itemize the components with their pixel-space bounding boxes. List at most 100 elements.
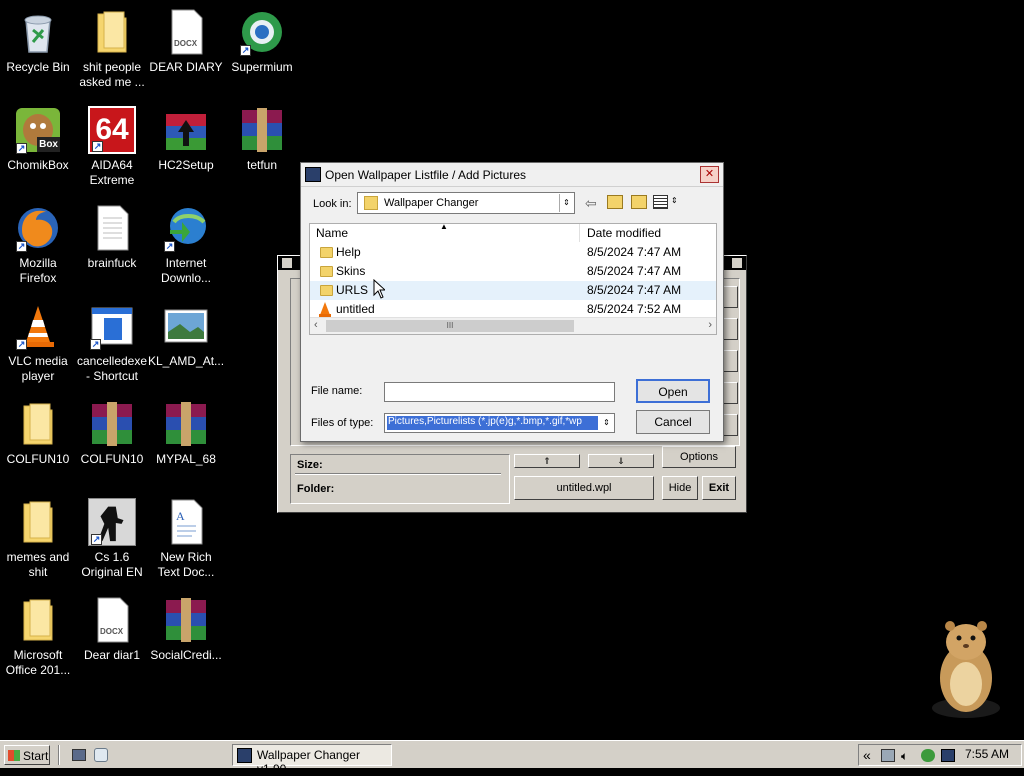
- hamster-mascot-image: [922, 612, 1008, 722]
- move-up-button[interactable]: ⇑: [514, 454, 580, 468]
- desktop-icon-colfun10-archive[interactable]: COLFUN10: [74, 400, 150, 467]
- recycle-bin-icon: [14, 8, 62, 56]
- folder-label: Folder:: [297, 483, 335, 495]
- exit-button-label: Exit: [708, 482, 730, 494]
- desktop-icon-label: Cs 1.6 Original EN: [81, 550, 143, 579]
- folder-icon: [88, 8, 136, 56]
- desktop-icon-tetfun[interactable]: tetfun: [224, 106, 300, 173]
- dialog-title: Open Wallpaper Listfile / Add Pictures: [325, 168, 526, 182]
- desktop-icon-label: Mozilla Firefox: [19, 256, 57, 285]
- desktop-icon-colfun10-folder[interactable]: COLFUN10: [0, 400, 76, 467]
- shortcut-arrow-icon: ↗: [91, 534, 102, 545]
- up-folder-icon[interactable]: [607, 195, 623, 209]
- move-down-button[interactable]: ⇓: [588, 454, 654, 468]
- back-icon[interactable]: ⇦: [585, 195, 597, 212]
- shortcut-arrow-icon: ↗: [90, 339, 101, 350]
- desktop-icon-hc2setup[interactable]: HC2Setup: [148, 106, 224, 173]
- list-item[interactable]: Help 8/5/2024 7:47 AM: [310, 243, 716, 262]
- desktop-icon-shit-people-folder[interactable]: shit people asked me ...: [74, 8, 150, 90]
- desktop-icon-new-rich-text[interactable]: A New Rich Text Doc...: [148, 498, 224, 580]
- desktop-icon-brainfuck[interactable]: brainfuck: [74, 204, 150, 271]
- window-menu-icon[interactable]: [282, 258, 292, 268]
- list-item[interactable]: URLS 8/5/2024 7:47 AM: [310, 281, 716, 300]
- desktop-icon-kl-amd[interactable]: KL_AMD_At...: [148, 302, 224, 369]
- start-label: Start: [23, 749, 49, 763]
- desktop-icon-vlc[interactable]: ↗ VLC media player: [0, 302, 76, 384]
- desktop-icon-dear-diar1[interactable]: DOCX Dear diar1: [74, 596, 150, 663]
- quick-launch-app-icon[interactable]: [94, 748, 108, 762]
- desktop-icon-socialcredi[interactable]: SocialCredi...: [148, 596, 224, 663]
- window-close-icon[interactable]: [732, 258, 742, 268]
- shortcut-arrow-icon: ↗: [92, 141, 103, 152]
- scroll-grip: III: [446, 321, 454, 330]
- files-of-type-select[interactable]: Pictures,Picturelists (*.jp(e)g,*.bmp,*.…: [384, 413, 615, 433]
- desktop-icon-label: AIDA64 Extreme: [89, 158, 135, 187]
- desktop-icon-recycle-bin[interactable]: Recycle Bin: [0, 8, 76, 75]
- exit-button[interactable]: Exit: [702, 476, 736, 500]
- desktop-icon-label: KL_AMD_At...: [148, 354, 225, 368]
- text-file-icon: [88, 204, 136, 252]
- folder-icon: [320, 285, 333, 296]
- column-header-name[interactable]: Name: [310, 224, 580, 242]
- clock[interactable]: 7:55 AM: [965, 747, 1009, 761]
- docx-icon: DOCX: [88, 596, 136, 644]
- column-name-label: Name: [316, 226, 349, 240]
- desktop-icon-ms-office-folder[interactable]: Microsoft Office 201...: [0, 596, 76, 678]
- scrollbar-thumb[interactable]: III: [326, 320, 574, 332]
- desktop-icon-supermium[interactable]: ↗ Supermium: [224, 8, 300, 75]
- open-button[interactable]: Open: [636, 379, 710, 403]
- desktop-icon-label: Supermium: [231, 60, 293, 74]
- mouse-cursor-icon: [373, 279, 385, 299]
- file-name: Skins: [336, 264, 366, 278]
- desktop-icon-label: COLFUN10: [6, 452, 70, 466]
- hide-button[interactable]: Hide: [662, 476, 698, 500]
- volume-icon[interactable]: 🔈︎: [901, 749, 908, 764]
- tray-expand-icon[interactable]: «: [863, 747, 871, 763]
- quick-launch-separator: [58, 745, 60, 765]
- winrar-icon: [162, 400, 210, 448]
- desktop-icon-chomikbox[interactable]: Box ↗ ChomikBox: [0, 106, 76, 173]
- playlist-button[interactable]: untitled.wpl: [514, 476, 654, 500]
- scroll-right-icon[interactable]: ›: [708, 319, 712, 331]
- desktop-icon-memes-folder[interactable]: memes and shit: [0, 498, 76, 580]
- dialog-close-button[interactable]: ✕: [700, 166, 719, 183]
- show-desktop-icon[interactable]: [72, 749, 86, 761]
- start-button[interactable]: Start: [4, 745, 50, 765]
- taskbar-task-wallpaper-changer[interactable]: Wallpaper Changer v1.90: [232, 744, 392, 776]
- folder-icon: [320, 247, 333, 258]
- desktop-icon-cs16[interactable]: ↗ Cs 1.6 Original EN: [74, 498, 150, 580]
- file-name-label: File name:: [311, 385, 363, 397]
- open-button-label: Open: [658, 385, 688, 399]
- supermium-browser-icon: ↗: [238, 8, 286, 56]
- files-of-type-label: Files of type:: [311, 417, 374, 429]
- shortcut-arrow-icon: ↗: [240, 45, 251, 56]
- horizontal-scrollbar[interactable]: ‹ III ›: [310, 317, 716, 334]
- new-folder-icon[interactable]: [631, 195, 647, 209]
- chomikbox-badge: Box: [37, 137, 60, 152]
- cancel-button[interactable]: Cancel: [636, 410, 710, 434]
- look-in-combobox[interactable]: Wallpaper Changer ⇕: [357, 192, 575, 214]
- desktop-icon-mypal68[interactable]: MYPAL_68: [148, 400, 224, 467]
- folder-icon: [14, 596, 62, 644]
- desktop-icon-dear-diary[interactable]: DOCX DEAR DIARY: [148, 8, 224, 75]
- view-menu-icon[interactable]: [653, 195, 668, 209]
- scroll-left-icon[interactable]: ‹: [314, 319, 318, 331]
- tray-app-icon[interactable]: [921, 749, 935, 762]
- desktop-icon-label: MYPAL_68: [156, 452, 216, 466]
- desktop-icon-aida64[interactable]: 64 ↗ AIDA64 Extreme: [74, 106, 150, 188]
- shortcut-arrow-icon: ↗: [16, 339, 27, 350]
- files-of-type-value: Pictures,Picturelists (*.jp(e)g,*.bmp,*.…: [388, 416, 582, 427]
- desktop-icon-internet-download[interactable]: ↗ Internet Downlo...: [148, 204, 224, 286]
- options-button[interactable]: Options: [662, 446, 736, 468]
- file-name-input[interactable]: [384, 382, 615, 402]
- chevron-down-icon[interactable]: ⇕: [671, 196, 678, 205]
- desktop-icon-cancelledexe[interactable]: ↗ cancelledexe - Shortcut: [74, 302, 150, 384]
- column-header-date[interactable]: Date modified: [581, 224, 717, 242]
- network-icon[interactable]: [881, 749, 895, 762]
- file-name: Help: [336, 245, 361, 259]
- folder-icon: [14, 498, 62, 546]
- desktop-icon-firefox[interactable]: ↗ Mozilla Firefox: [0, 204, 76, 286]
- tray-monitor-icon[interactable]: [941, 749, 955, 762]
- window-app-icon: ↗: [88, 302, 136, 350]
- list-item[interactable]: Skins 8/5/2024 7:47 AM: [310, 262, 716, 281]
